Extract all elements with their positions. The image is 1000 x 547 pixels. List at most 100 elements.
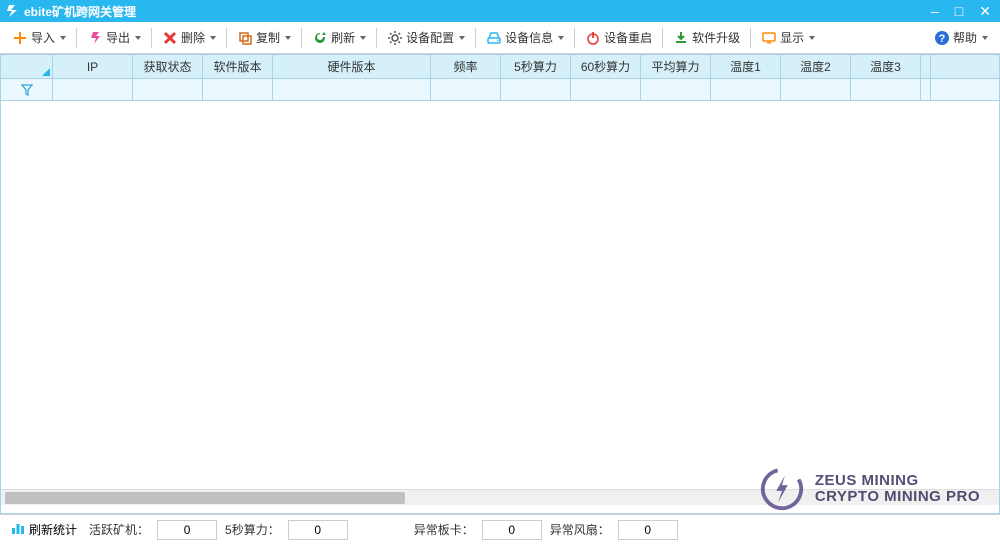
caret-icon <box>210 36 216 40</box>
drive-icon <box>486 30 502 46</box>
device-config-label: 设备配置 <box>406 29 454 46</box>
titlebar: ebite矿机跨网关管理 – □ ✕ <box>0 0 1000 22</box>
x-icon <box>162 30 178 46</box>
corner-triangle-icon <box>42 68 50 76</box>
refresh-button[interactable]: 刷新 <box>306 26 372 49</box>
col-temp2[interactable]: 温度2 <box>781 55 851 78</box>
data-grid: IP 获取状态 软件版本 硬件版本 频率 5秒算力 60秒算力 平均算力 温度1… <box>0 54 1000 514</box>
window-controls: – □ ✕ <box>928 3 994 20</box>
filter-cell <box>921 79 931 100</box>
grid-body[interactable] <box>1 101 999 489</box>
delete-label: 删除 <box>181 29 205 46</box>
close-button[interactable]: ✕ <box>976 3 994 20</box>
refresh-stats-button[interactable]: 刷新统计 <box>6 518 81 541</box>
copy-label: 复制 <box>256 29 280 46</box>
status-bar: 刷新统计 活跃矿机： 0 5秒算力： 0 异常板卡： 0 异常风扇： 0 <box>0 514 1000 544</box>
filter-cell[interactable] <box>133 79 203 100</box>
power-icon <box>585 30 601 46</box>
device-restart-label: 设备重启 <box>604 29 652 46</box>
filter-cell[interactable] <box>431 79 501 100</box>
abnormal-board-value: 0 <box>482 520 542 540</box>
col-frequency[interactable]: 频率 <box>431 55 501 78</box>
separator <box>750 28 751 48</box>
col-hashrate-60s[interactable]: 60秒算力 <box>571 55 641 78</box>
col-temp1[interactable]: 温度1 <box>711 55 781 78</box>
filter-cell[interactable] <box>781 79 851 100</box>
separator <box>574 28 575 48</box>
device-info-label: 设备信息 <box>505 29 553 46</box>
help-icon: ? <box>934 30 950 46</box>
maximize-button[interactable]: □ <box>952 3 966 20</box>
filter-cell[interactable] <box>53 79 133 100</box>
refresh-stats-label: 刷新统计 <box>29 521 77 538</box>
plus-icon <box>12 30 28 46</box>
filter-cell[interactable] <box>851 79 921 100</box>
help-label: 帮助 <box>953 29 977 46</box>
hashrate5s-label: 5秒算力： <box>225 521 280 538</box>
device-info-button[interactable]: 设备信息 <box>480 26 570 49</box>
active-miners-label: 活跃矿机： <box>89 521 149 538</box>
caret-icon <box>360 36 366 40</box>
abnormal-board-label: 异常板卡： <box>414 521 474 538</box>
caret-icon <box>558 36 564 40</box>
delete-button[interactable]: 删除 <box>156 26 222 49</box>
col-hashrate-avg[interactable]: 平均算力 <box>641 55 711 78</box>
table-filter-row <box>1 79 999 101</box>
separator <box>151 28 152 48</box>
export-label: 导出 <box>106 29 130 46</box>
horizontal-scrollbar[interactable] <box>1 489 999 505</box>
svg-text:?: ? <box>939 33 946 45</box>
import-button[interactable]: 导入 <box>6 26 72 49</box>
abnormal-fan-label: 异常风扇： <box>550 521 610 538</box>
filter-icon <box>1 79 52 100</box>
software-upgrade-label: 软件升级 <box>692 29 740 46</box>
app-icon <box>6 4 20 18</box>
filter-cell[interactable] <box>711 79 781 100</box>
window-title: ebite矿机跨网关管理 <box>24 3 928 20</box>
caret-icon <box>135 36 141 40</box>
col-ip[interactable]: IP <box>53 55 133 78</box>
separator <box>76 28 77 48</box>
col-hashrate-5s[interactable]: 5秒算力 <box>501 55 571 78</box>
separator <box>662 28 663 48</box>
caret-icon <box>60 36 66 40</box>
filter-cell[interactable] <box>203 79 273 100</box>
active-miners-value: 0 <box>157 520 217 540</box>
refresh-label: 刷新 <box>331 29 355 46</box>
scrollbar-thumb[interactable] <box>5 492 405 504</box>
display-label: 显示 <box>780 29 804 46</box>
col-fetch-status[interactable]: 获取状态 <box>133 55 203 78</box>
minimize-button[interactable]: – <box>928 3 942 20</box>
col-hardware-version[interactable]: 硬件版本 <box>273 55 431 78</box>
display-button[interactable]: 显示 <box>755 26 821 49</box>
import-label: 导入 <box>31 29 55 46</box>
abnormal-fan-value: 0 <box>618 520 678 540</box>
bar-chart-icon <box>10 520 26 539</box>
col-overflow <box>921 55 931 78</box>
table-header-row: IP 获取状态 软件版本 硬件版本 频率 5秒算力 60秒算力 平均算力 温度1… <box>1 55 999 79</box>
separator <box>301 28 302 48</box>
filter-cell[interactable] <box>273 79 431 100</box>
export-icon <box>87 30 103 46</box>
download-icon <box>673 30 689 46</box>
separator <box>376 28 377 48</box>
caret-icon <box>809 36 815 40</box>
caret-icon <box>459 36 465 40</box>
export-button[interactable]: 导出 <box>81 26 147 49</box>
col-software-version[interactable]: 软件版本 <box>203 55 273 78</box>
software-upgrade-button[interactable]: 软件升级 <box>667 26 746 49</box>
help-button[interactable]: ? 帮助 <box>928 26 994 49</box>
toolbar: 导入 导出 删除 复制 刷新 设备配置 <box>0 22 1000 54</box>
separator <box>475 28 476 48</box>
row-selector-header[interactable] <box>1 55 53 78</box>
filter-toggle-cell[interactable] <box>1 79 53 100</box>
device-config-button[interactable]: 设备配置 <box>381 26 471 49</box>
filter-cell[interactable] <box>571 79 641 100</box>
filter-cell[interactable] <box>501 79 571 100</box>
copy-button[interactable]: 复制 <box>231 26 297 49</box>
col-temp3[interactable]: 温度3 <box>851 55 921 78</box>
gear-icon <box>387 30 403 46</box>
filter-cell[interactable] <box>641 79 711 100</box>
separator <box>226 28 227 48</box>
device-restart-button[interactable]: 设备重启 <box>579 26 658 49</box>
